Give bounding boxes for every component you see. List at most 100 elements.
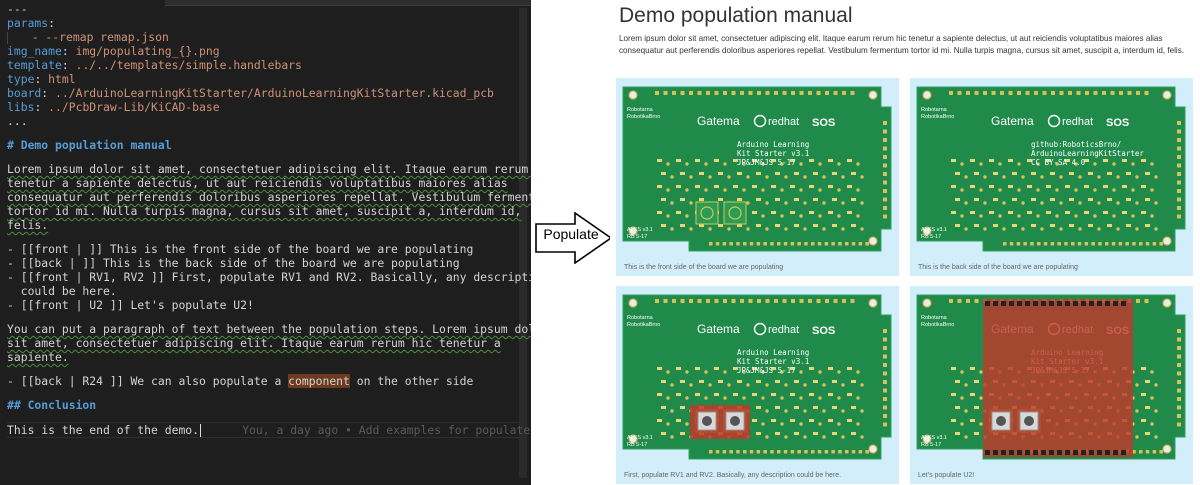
header-pin <box>1059 91 1064 95</box>
via <box>670 175 674 179</box>
smd-pad <box>813 224 818 227</box>
via <box>1093 162 1097 166</box>
header-pin <box>883 146 887 151</box>
via <box>685 188 689 192</box>
smd-pad <box>756 224 761 227</box>
via <box>856 370 860 374</box>
pcb-svg: Gatema redhat SOS RobotarnaRobotikaBrno gith… <box>916 86 1186 252</box>
smd-pad <box>970 419 975 422</box>
via <box>727 175 731 179</box>
via <box>799 370 803 374</box>
smd-pad <box>714 367 719 370</box>
via <box>727 383 731 387</box>
via <box>983 201 987 205</box>
socket-pin <box>1025 301 1030 306</box>
smd-pad <box>951 367 956 370</box>
via <box>1135 227 1139 231</box>
header-pin <box>1084 242 1089 246</box>
smd-pad <box>1126 198 1131 201</box>
smd-pad <box>832 172 837 175</box>
socket-pin <box>1033 301 1038 306</box>
via <box>1131 188 1135 192</box>
smd-pad <box>1008 185 1013 188</box>
via <box>818 214 822 218</box>
header-pin <box>883 405 887 410</box>
silkscreen-text: github:RoboticsBrno/ <box>1031 140 1121 149</box>
smd-pad <box>756 406 761 409</box>
smd-pad <box>1088 198 1093 201</box>
smd-pad <box>974 380 979 383</box>
via <box>1017 214 1021 218</box>
smd-pad <box>851 172 856 175</box>
via <box>799 422 803 426</box>
header-pin <box>1177 197 1181 202</box>
via <box>998 214 1002 218</box>
socket-pin <box>1049 450 1054 455</box>
via <box>979 162 983 166</box>
header-pin <box>689 91 693 95</box>
via <box>837 422 841 426</box>
header-pin <box>883 354 887 359</box>
smd-pad <box>1027 211 1032 214</box>
yaml-key: template <box>7 58 62 72</box>
via <box>784 227 788 231</box>
smd-pad <box>714 185 719 188</box>
smd-pad <box>851 380 856 383</box>
list-item: - [[front | U2 ]] Let's populate U2! <box>7 298 254 312</box>
header-pin <box>1177 422 1181 427</box>
header-pin <box>736 242 740 246</box>
via <box>856 396 860 400</box>
list-item: - [[front | ]] This is the front side of… <box>7 242 474 256</box>
populate-label: Populate <box>543 226 599 242</box>
header-pin <box>845 242 849 246</box>
smd-pad <box>851 198 856 201</box>
smd-pad <box>733 393 738 396</box>
header-pin <box>1177 380 1181 384</box>
via <box>960 162 964 166</box>
via <box>841 383 845 387</box>
via <box>1059 175 1063 179</box>
smd-pad <box>771 393 776 396</box>
smd-pad <box>809 419 814 422</box>
smd-pad <box>974 432 979 435</box>
header-pin <box>723 91 727 95</box>
header-pin <box>1177 138 1181 142</box>
editor-line: template: ../../templates/simple.handleb… <box>7 58 302 72</box>
header-pin <box>1144 299 1149 303</box>
socket-pin <box>1041 450 1046 455</box>
potentiometer-knob <box>1024 416 1034 426</box>
header-pin <box>1177 172 1181 176</box>
smd-pad <box>1008 211 1013 214</box>
smd-pad <box>752 185 757 188</box>
smd-pad <box>661 198 666 201</box>
editor-line: Lorem ipsum dolor sit amet, consectetuer… <box>7 162 528 176</box>
silkscreen-text: Kit Starter v3.1 <box>737 149 809 158</box>
smd-pad <box>1107 172 1112 175</box>
socket-pin <box>1009 301 1014 306</box>
via <box>685 422 689 426</box>
robotarna-logo: Robotarna <box>627 315 654 321</box>
gatema-logo: Gatema <box>697 322 740 336</box>
mounting-hole <box>1162 298 1172 308</box>
code-editor[interactable]: --- params: - --remap remap.json img_nam… <box>0 0 531 485</box>
socket-pin <box>1089 450 1094 455</box>
header-pin <box>883 337 887 342</box>
header-pin <box>1177 363 1181 367</box>
via <box>860 201 864 205</box>
robotika-logo: RobotikaBrno <box>921 114 954 120</box>
via <box>1116 201 1120 205</box>
rendered-document: Demo population manual Lorem ipsum dolor… <box>610 0 1200 485</box>
smd-pad <box>1050 172 1055 175</box>
via <box>1040 175 1044 179</box>
header-pin <box>799 91 804 95</box>
header-pin <box>777 242 781 246</box>
socket-pin <box>1041 301 1046 306</box>
via <box>1135 435 1139 439</box>
header-pin <box>1177 163 1181 168</box>
smd-pad <box>680 380 685 383</box>
via <box>727 227 731 231</box>
header-pin <box>1136 91 1140 95</box>
current-line[interactable]: This is the end of the demo. You, a day … <box>7 422 530 438</box>
header-pin <box>757 91 761 95</box>
header-pin <box>749 450 754 454</box>
